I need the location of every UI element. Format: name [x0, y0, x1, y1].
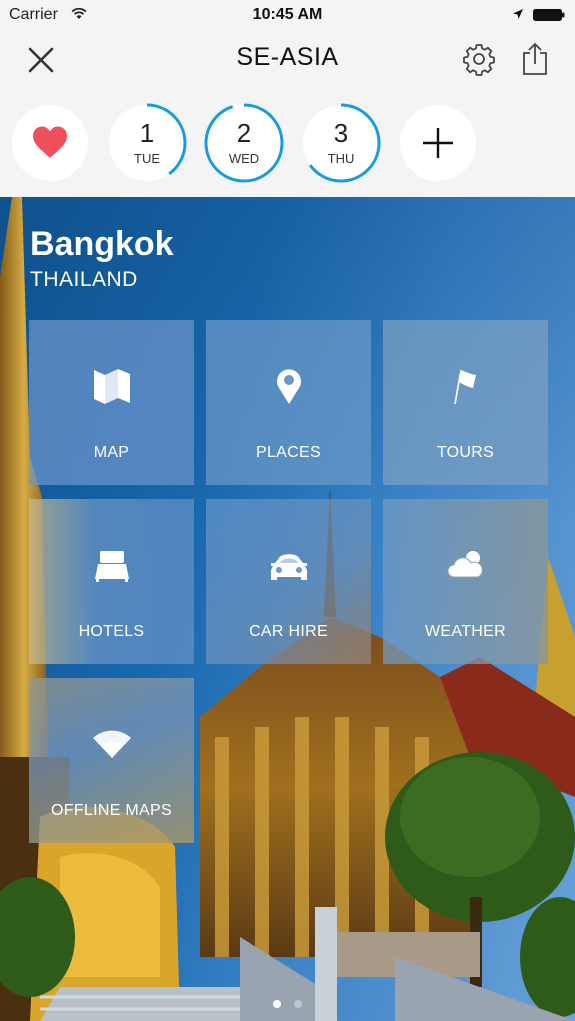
- day-selector: 1 TUE 2 WED 3 THU: [0, 90, 575, 197]
- destination-hero: Bangkok THAILAND MAP PLACES TOURS HOTELS…: [0, 197, 575, 1021]
- wifi-icon: [92, 730, 131, 758]
- day-number: 2: [236, 118, 252, 148]
- day-button-3[interactable]: 3 THU: [301, 103, 381, 183]
- map-icon: [93, 369, 130, 404]
- day-weekday: TUE: [134, 151, 160, 166]
- country-name: THAILAND: [30, 268, 138, 291]
- page-indicator: [0, 995, 575, 1008]
- cloud-sun-icon: [447, 551, 483, 578]
- navigation-bar: SE-ASIA: [0, 32, 575, 90]
- day-button-2[interactable]: 2 WED: [204, 103, 284, 183]
- tile-label: MAP: [93, 444, 130, 461]
- tile-tours[interactable]: TOURS: [383, 320, 548, 485]
- tile-label: PLACES: [256, 444, 321, 461]
- heart-icon: [33, 126, 67, 158]
- day-weekday: THU: [327, 151, 355, 166]
- location-services-icon: [513, 9, 523, 19]
- tile-car-hire[interactable]: CAR HIRE: [206, 499, 371, 664]
- status-bar: Carrier 10:45 AM: [0, 0, 575, 32]
- tile-weather[interactable]: WEATHER: [383, 499, 548, 664]
- tile-map[interactable]: MAP: [29, 320, 194, 485]
- share-button[interactable]: [519, 41, 551, 77]
- battery-icon: [533, 9, 565, 21]
- location-pin-icon: [276, 369, 301, 404]
- clock: 10:45 AM: [252, 6, 323, 23]
- tile-hotels[interactable]: HOTELS: [29, 499, 194, 664]
- gear-icon: [463, 44, 495, 76]
- tile-label: HOTELS: [78, 623, 145, 640]
- tile-label: OFFLINE MAPS: [51, 802, 172, 819]
- day-weekday: WED: [228, 151, 260, 166]
- share-icon: [523, 43, 547, 75]
- plus-icon: [423, 128, 453, 158]
- bed-icon: [94, 551, 129, 582]
- tile-label: TOURS: [436, 444, 495, 461]
- tile-label: CAR HIRE: [249, 623, 328, 640]
- tile-offline-maps[interactable]: OFFLINE MAPS: [29, 678, 194, 843]
- car-icon: [270, 554, 307, 580]
- day-button-1[interactable]: 1 TUE: [107, 103, 187, 183]
- page-dot-2[interactable]: [293, 1000, 302, 1008]
- favorites-button[interactable]: [12, 105, 88, 181]
- add-day-button[interactable]: [400, 105, 476, 181]
- tile-label: WEATHER: [425, 623, 506, 640]
- tile-places[interactable]: PLACES: [206, 320, 371, 485]
- day-number: 3: [333, 118, 349, 148]
- day-number: 1: [139, 118, 155, 148]
- settings-button[interactable]: [462, 42, 496, 76]
- flag-icon: [453, 369, 476, 405]
- city-name: Bangkok: [30, 225, 174, 263]
